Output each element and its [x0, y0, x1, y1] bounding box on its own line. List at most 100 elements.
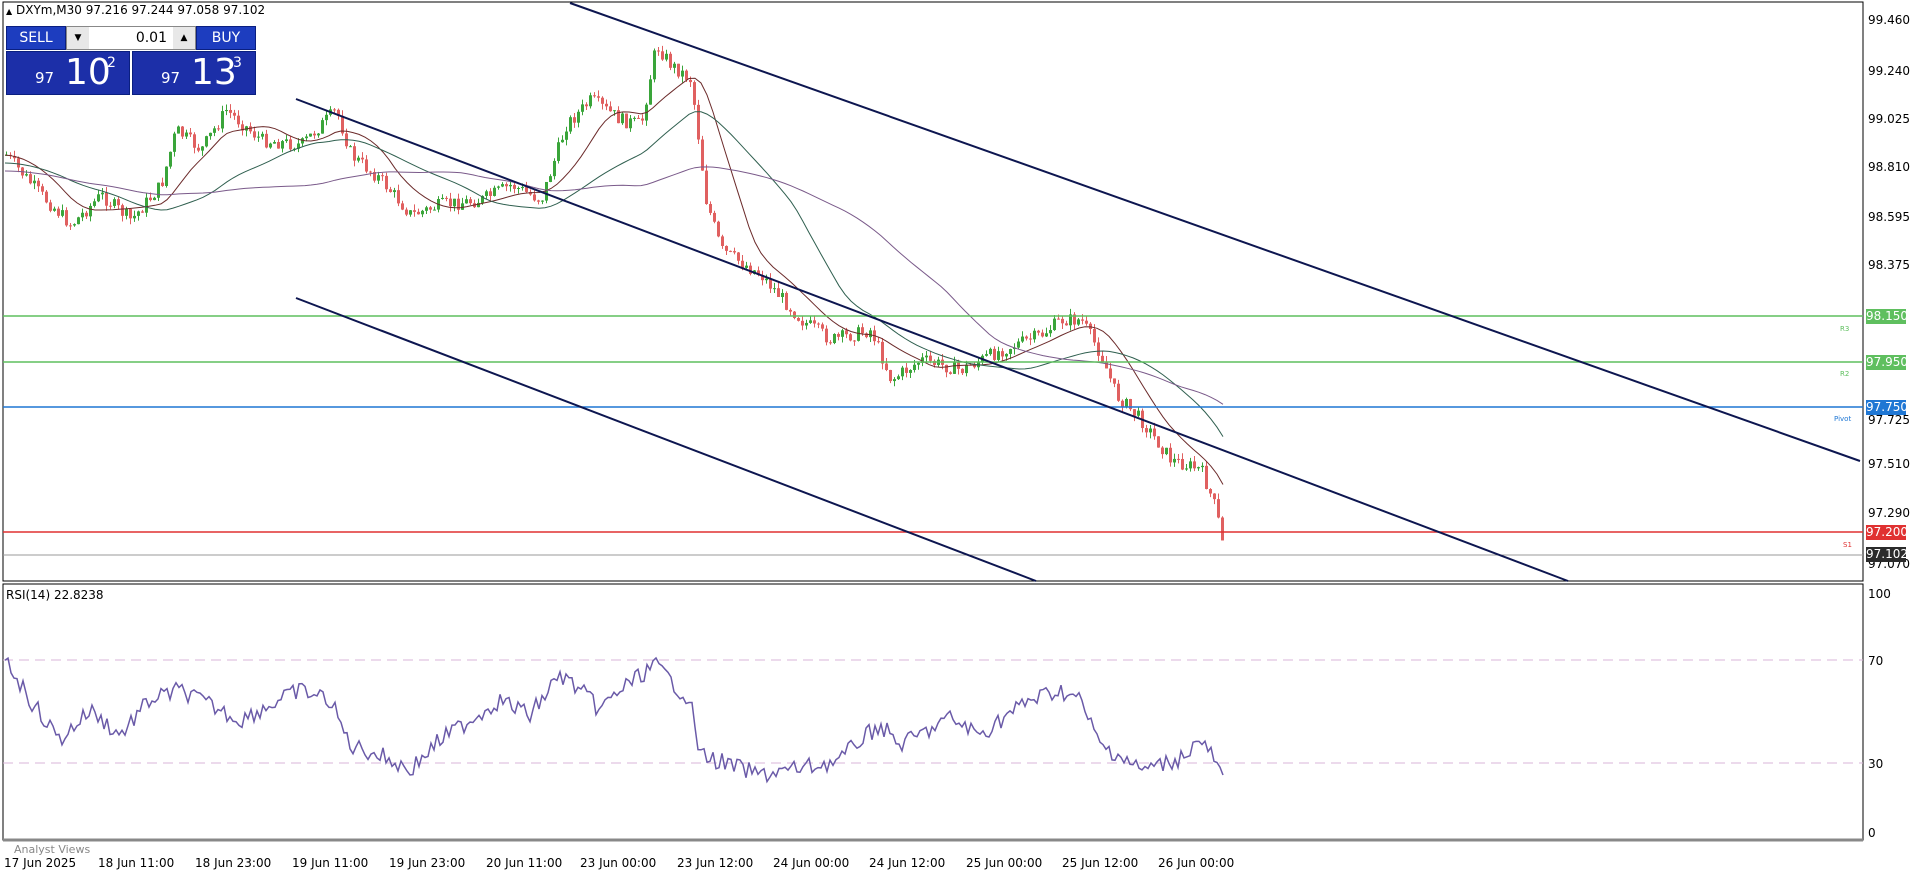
lot-size-value[interactable]: 0.01 — [89, 30, 173, 46]
candle-body — [101, 192, 104, 195]
candle-body — [689, 79, 692, 83]
candle-body — [669, 53, 672, 68]
candle-body — [797, 317, 800, 321]
candle-body — [1101, 355, 1104, 362]
rsi-tick: 0 — [1868, 826, 1876, 840]
ask-price-button[interactable]: 97 13 3 — [132, 51, 256, 95]
candle-body — [861, 327, 864, 334]
moving-average-line — [4, 77, 1224, 485]
candle-body — [737, 252, 740, 261]
candle-body — [177, 126, 180, 134]
candle-body — [633, 117, 636, 119]
candle-body — [829, 342, 832, 344]
candle-body — [1209, 489, 1212, 494]
time-tick: 19 Jun 11:00 — [292, 856, 369, 870]
candle-body — [1205, 465, 1208, 490]
candle-body — [949, 372, 952, 374]
time-tick: 18 Jun 11:00 — [98, 856, 175, 870]
candle-body — [281, 141, 284, 149]
candle-body — [397, 190, 400, 204]
candle-body — [1057, 318, 1060, 320]
time-tick: 18 Jun 23:00 — [195, 856, 272, 870]
chevron-down-icon[interactable]: ▼ — [67, 27, 89, 49]
candle-body — [161, 182, 164, 186]
lot-size-field[interactable]: ▼ 0.01 ▲ — [66, 26, 196, 50]
candle-body — [61, 210, 64, 216]
candle-body — [497, 186, 500, 188]
candle-body — [557, 142, 560, 161]
candle-body — [793, 311, 796, 318]
candle-body — [41, 186, 44, 192]
candle-body — [1161, 447, 1164, 455]
candle-body — [121, 205, 124, 216]
main-chart-frame — [2, 1, 1864, 582]
time-tick: 25 Jun 00:00 — [966, 856, 1043, 870]
candle-body — [361, 157, 364, 160]
candle-body — [589, 95, 592, 107]
candle-body — [237, 115, 240, 125]
candle-body — [29, 174, 32, 184]
candle-body — [1081, 319, 1084, 321]
candle-body — [217, 128, 220, 130]
candle-body — [853, 340, 856, 342]
candle-body — [405, 209, 408, 215]
candle-body — [765, 278, 768, 281]
candle-body — [601, 97, 604, 104]
candle-body — [849, 334, 852, 341]
candle-body — [417, 211, 420, 215]
candle-body — [1045, 333, 1048, 337]
candle-body — [169, 151, 172, 167]
candle-body — [149, 197, 152, 201]
buy-button[interactable]: BUY — [196, 26, 256, 50]
candle-body — [597, 96, 600, 98]
candle-body — [1137, 410, 1140, 416]
candle-body — [821, 324, 824, 329]
candle-body — [929, 355, 932, 361]
candle-body — [1201, 465, 1204, 468]
ask-prefix: 97 — [161, 69, 181, 87]
candle-body — [625, 113, 628, 129]
candle-body — [785, 292, 788, 310]
candle-body — [1197, 467, 1200, 469]
candle-body — [157, 182, 160, 198]
candle-body — [37, 180, 40, 187]
candle-body — [365, 159, 368, 172]
candle-body — [677, 63, 680, 77]
chart-symbol-title: ▲ DXYm,M30 97.216 97.244 97.058 97.102 — [6, 3, 266, 17]
bid-price-button[interactable]: 97 10 2 — [6, 51, 130, 95]
candle-body — [105, 192, 108, 206]
candle-body — [1077, 319, 1080, 325]
moving-average-line — [4, 111, 1224, 437]
candle-body — [485, 191, 488, 196]
candle-body — [697, 104, 700, 140]
candle-body — [465, 199, 468, 204]
price-chart[interactable] — [0, 0, 1916, 874]
candle-body — [613, 110, 616, 112]
candle-body — [45, 191, 48, 203]
candle-body — [1025, 336, 1028, 339]
candle-body — [489, 191, 492, 196]
candle-body — [985, 354, 988, 356]
candle-body — [133, 215, 136, 219]
rsi-tick: 100 — [1868, 587, 1891, 601]
candle-body — [349, 146, 352, 148]
candle-body — [429, 207, 432, 210]
candle-body — [993, 348, 996, 360]
candle-body — [433, 209, 436, 211]
candle-body — [1169, 447, 1172, 463]
chevron-up-icon[interactable]: ▲ — [173, 27, 195, 49]
time-tick: 24 Jun 00:00 — [773, 856, 850, 870]
candle-body — [377, 175, 380, 181]
candle-body — [1021, 336, 1024, 342]
sell-button[interactable]: SELL — [6, 26, 66, 50]
candle-body — [1181, 458, 1184, 470]
candle-body — [909, 370, 912, 373]
candle-body — [461, 203, 464, 210]
candle-body — [193, 134, 196, 148]
candle-body — [389, 189, 392, 193]
candle-body — [805, 322, 808, 326]
candle-body — [209, 132, 212, 137]
candle-body — [965, 364, 968, 374]
candle-body — [1177, 458, 1180, 460]
candle-body — [1097, 342, 1100, 356]
